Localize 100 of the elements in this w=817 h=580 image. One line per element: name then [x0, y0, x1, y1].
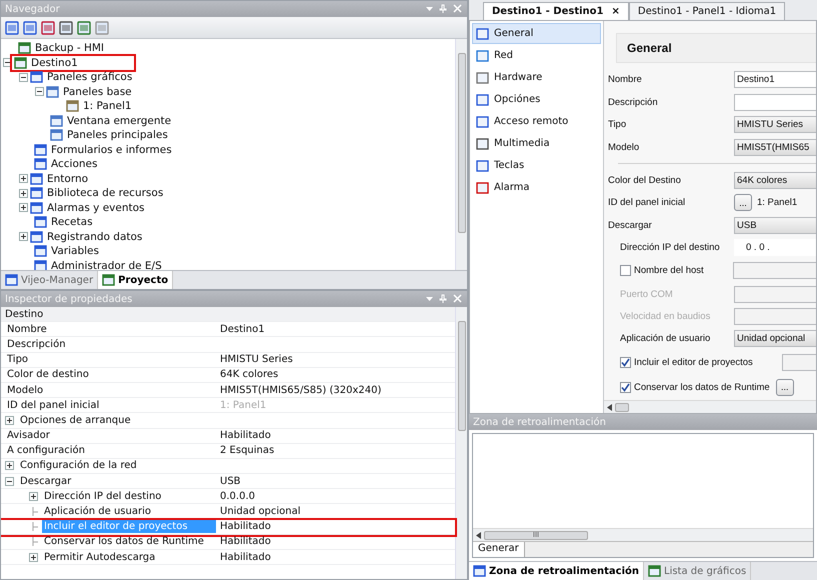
close-icon[interactable]: × [612, 6, 620, 17]
window-icon [30, 172, 43, 185]
expand-icon[interactable] [5, 416, 14, 425]
tree-item[interactable]: Ventana emergente [48, 114, 174, 128]
property-row[interactable]: Incluir el editor de proyectos Habilitado [1, 520, 455, 535]
scroll-left-icon[interactable] [476, 532, 481, 538]
ip-field[interactable]: 0 . 0 . [734, 239, 816, 256]
field-label: Nombre [608, 74, 643, 86]
property-name: Avisador [6, 429, 51, 442]
expand-icon[interactable] [19, 174, 28, 184]
tree-item[interactable]: Biblioteca de recursos [28, 186, 166, 200]
property-name: Opciones de arranque [19, 414, 132, 427]
dropdown[interactable]: HMISTU Series [734, 116, 816, 134]
tree-item[interactable]: Paneles principales [48, 128, 170, 142]
collapse-icon[interactable] [35, 87, 44, 96]
property-row[interactable]: Dirección IP del destino 0.0.0.0 [1, 489, 455, 504]
property-row[interactable]: Modelo HMIS5T(HMIS65/S85) (320x240) [1, 382, 455, 398]
toolbar-icon[interactable] [41, 20, 55, 34]
property-value: Habilitado [220, 521, 271, 532]
category-header: Destino [1, 307, 455, 322]
expand-icon[interactable] [29, 492, 38, 501]
expand-icon[interactable] [19, 232, 28, 242]
panel-tab[interactable]: Zona de retroalimentación [469, 562, 644, 580]
dropdown[interactable]: HMIS5T(HMIS65 [734, 138, 816, 156]
document-tab[interactable]: Destino1 - Panel1 - Idioma1 [628, 2, 786, 20]
field-label: Color del Destino [608, 174, 682, 186]
text-field[interactable]: Destino1 [734, 71, 816, 88]
scroll-left-icon[interactable] [607, 404, 612, 410]
property-value: Habilitado [220, 536, 271, 548]
property-row[interactable]: Conservar los datos de Runtime Habilitado [1, 534, 455, 550]
property-row[interactable]: Avisador Habilitado [1, 428, 455, 444]
property-row[interactable]: Color de destino 64K colores [1, 368, 455, 383]
scrollbar[interactable] [455, 39, 467, 270]
checkbox[interactable]: Conservar los datos de Runtime [620, 382, 770, 392]
property-row[interactable]: Permitir Autodescarga Habilitado [1, 550, 455, 566]
tree-item[interactable]: Recetas [32, 215, 95, 230]
panel-tab[interactable]: Proyecto [98, 271, 174, 289]
tree-item[interactable]: Variables [32, 244, 101, 258]
collapse-icon[interactable] [3, 58, 12, 68]
tree-item[interactable]: 1: Panel1 [64, 99, 134, 114]
dropdown[interactable]: USB [734, 216, 816, 234]
tree-item[interactable]: Registrando datos [28, 230, 144, 244]
checkbox[interactable]: Incluir el editor de proyectos [620, 356, 753, 368]
text-field[interactable] [734, 286, 816, 303]
section-item[interactable]: Multimedia [472, 133, 601, 154]
checkbox[interactable]: Nombre del host [620, 265, 704, 276]
property-row[interactable]: Descargar USB [1, 474, 455, 490]
section-item[interactable]: Hardware [472, 67, 601, 88]
section-item[interactable]: Opciónes [472, 89, 601, 110]
collapse-icon[interactable] [19, 72, 28, 82]
text-field[interactable] [734, 308, 816, 325]
toolbar-icon[interactable] [5, 20, 19, 34]
section-heading: General [616, 33, 816, 63]
expand-icon[interactable] [5, 461, 14, 470]
panel-tab[interactable]: Lista de gráficos [644, 562, 752, 580]
toolbar-icon[interactable] [59, 20, 73, 34]
property-row[interactable]: Tipo HMISTU Series [1, 352, 455, 368]
section-item[interactable]: Red [472, 45, 601, 66]
expand-icon[interactable] [29, 552, 38, 562]
browse-button[interactable]: ... [776, 378, 794, 396]
property-value: Unidad opcional [220, 506, 301, 518]
browse-button[interactable]: ... [734, 194, 752, 212]
toolbar-icon[interactable] [23, 20, 37, 34]
tree-item[interactable]: Alarmas y eventos [28, 200, 146, 215]
section-item[interactable]: Teclas [472, 155, 601, 176]
panel-tab[interactable]: Vijeo-Manager [1, 271, 98, 289]
property-name: Permitir Autodescarga [43, 550, 156, 564]
property-row[interactable]: Opciones de arranque [1, 413, 455, 428]
dropdown[interactable]: 64K colores [734, 172, 816, 189]
panel-title: Inspector de propiedades [5, 294, 134, 304]
tree-item[interactable]: Destino1 [12, 56, 134, 70]
tree-item[interactable]: Acciones [32, 157, 100, 172]
property-row[interactable]: A configuración 2 Esquinas [1, 444, 455, 459]
dropdown[interactable]: Unidad opcional [734, 330, 816, 348]
scrollbar[interactable] [604, 400, 816, 413]
collapse-icon[interactable] [5, 476, 14, 486]
scroll-thumb[interactable] [615, 402, 629, 412]
text-field[interactable] [782, 354, 816, 370]
property-row[interactable]: Nombre Destino1 [1, 322, 455, 338]
section-item[interactable]: Alarma [472, 177, 601, 198]
output-tab[interactable]: Generar [473, 542, 525, 557]
tree-item[interactable]: Backup - HMI [16, 41, 106, 56]
section-item[interactable]: General [472, 23, 601, 44]
tree-item[interactable]: Paneles gráficos [28, 70, 134, 84]
field-label: Dirección IP del destino [620, 242, 721, 254]
property-name: Conservar los datos de Runtime [43, 535, 205, 548]
text-field[interactable] [732, 262, 816, 280]
expand-icon[interactable] [19, 188, 28, 198]
property-row[interactable]: Configuración de la red [1, 458, 455, 474]
expand-icon[interactable] [19, 203, 28, 212]
property-row[interactable]: Descripción [1, 337, 455, 353]
tree-item[interactable]: Paneles base [44, 84, 134, 99]
document-tab[interactable]: Destino1 - Destino1 × [483, 2, 629, 20]
section-item[interactable]: Acceso remoto [472, 111, 601, 132]
text-field[interactable] [734, 94, 816, 111]
tree-item[interactable]: Entorno [28, 172, 90, 186]
tree-item[interactable]: Formularios e informes [32, 142, 174, 157]
scrollbar[interactable] [455, 307, 467, 579]
section-icon [476, 160, 489, 172]
toolbar-icon[interactable] [77, 20, 91, 34]
